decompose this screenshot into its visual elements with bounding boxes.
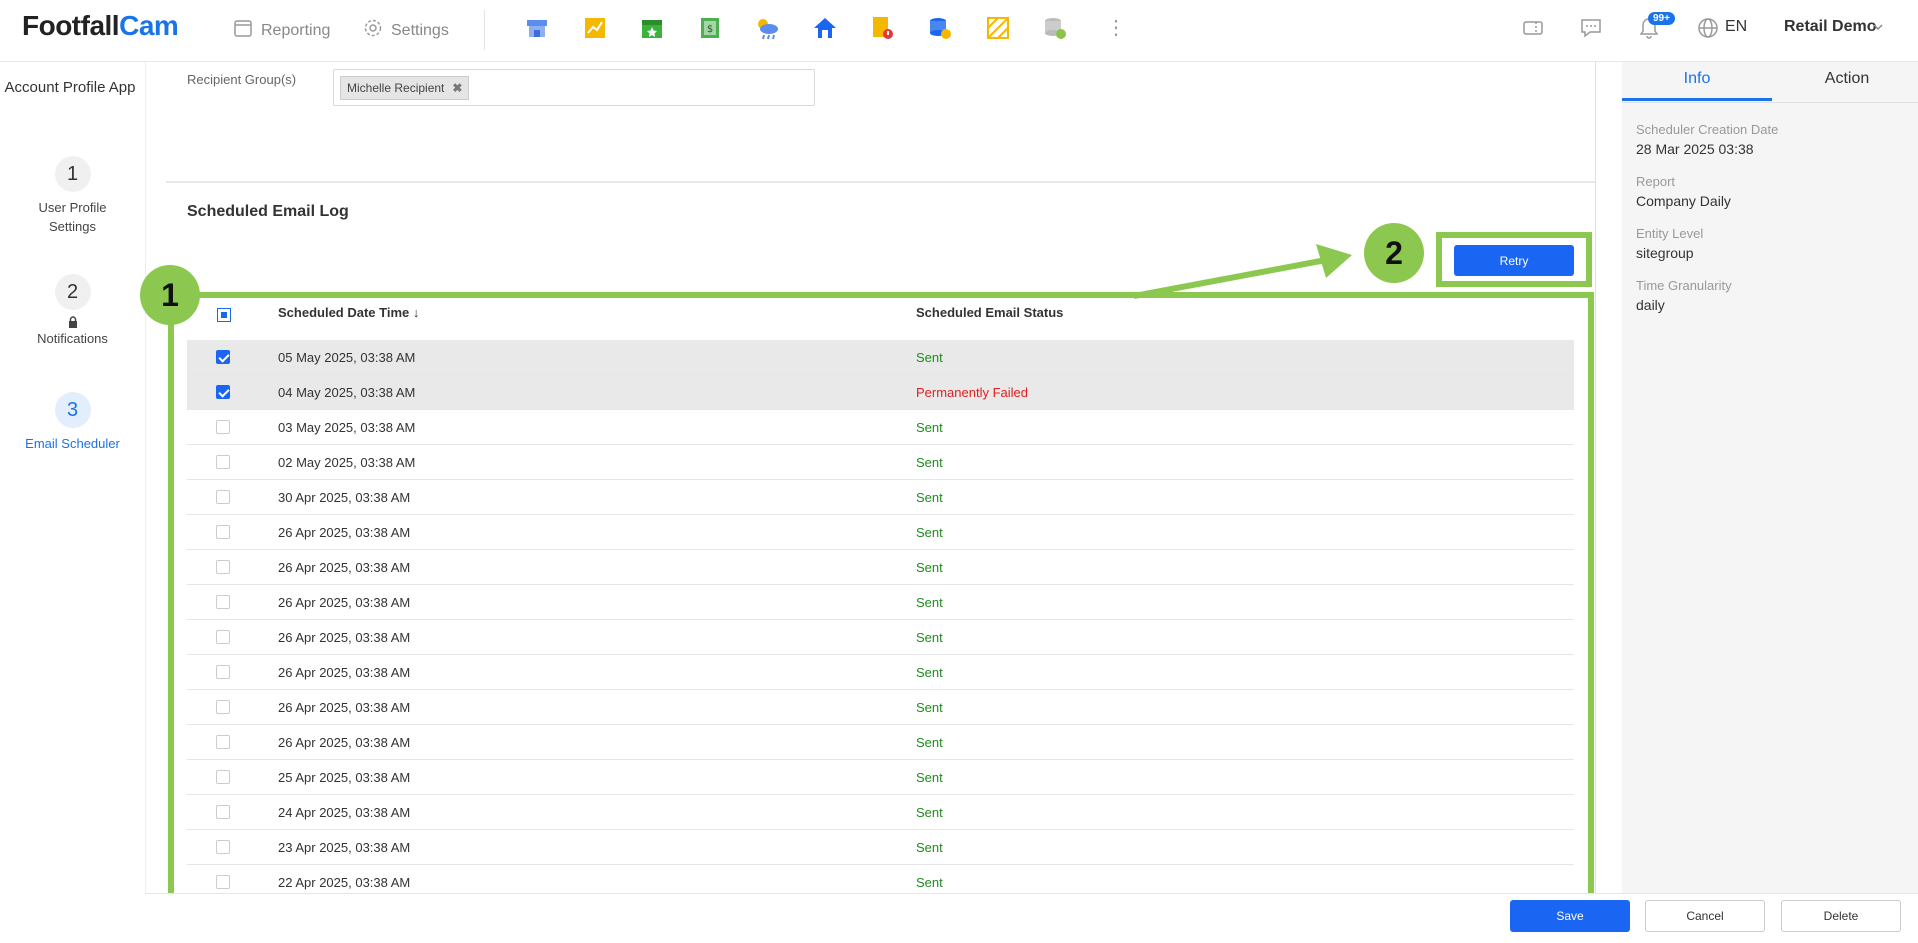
more-apps-icon[interactable]: ⋮ [1106,14,1126,42]
remove-chip-icon[interactable]: ✖ [452,77,462,99]
recipient-group-input[interactable]: Michelle Recipient ✖ [333,69,815,106]
ticket-icon[interactable] [1520,15,1546,41]
annotation-number-1: 1 [140,265,200,325]
alert-document-app-icon[interactable] [869,15,895,41]
chart-app-icon[interactable] [582,15,608,41]
weather-app-icon[interactable] [754,15,780,41]
store-app-icon[interactable] [524,15,550,41]
step-number: 1 [54,156,91,192]
tab-divider [1622,102,1918,103]
retry-highlight-frame [1436,232,1592,287]
step-notifications[interactable]: 2 Notifications [0,274,145,348]
app-title: Account Profile App [4,79,136,96]
step-label: Email Scheduler [25,436,120,451]
recipient-chip: Michelle Recipient ✖ [340,76,470,100]
home-app-icon[interactable] [812,15,838,41]
nav-reporting[interactable]: Reporting [233,18,330,43]
step-number: 3 [54,392,91,428]
info-side-panel: Info Action Scheduler Creation Date 28 M… [1622,62,1918,942]
language-selector[interactable]: EN [1725,18,1747,36]
chevron-down-icon[interactable] [1872,21,1884,33]
save-button[interactable]: Save [1510,900,1630,932]
cancel-button[interactable]: Cancel [1645,900,1765,932]
recipient-group-label: Recipient Group(s) [187,72,297,87]
event-calendar-app-icon[interactable] [639,15,665,41]
data-export-app-icon[interactable] [1042,15,1068,41]
step-user-profile-settings[interactable]: 1 User Profile Settings [0,156,145,236]
field-time-granularity: Time Granularity daily [1636,278,1732,313]
field-report: Report Company Daily [1636,174,1731,209]
content-border [1595,62,1596,894]
tab-action[interactable]: Action [1772,70,1918,98]
globe-icon[interactable] [1695,15,1721,41]
calendar-icon [233,18,253,43]
chat-icon[interactable] [1578,15,1604,41]
gear-icon [363,18,383,43]
database-app-icon[interactable] [927,15,953,41]
left-stepper-nav: Account Profile App 1 User Profile Setti… [0,62,146,942]
delete-button[interactable]: Delete [1781,900,1901,932]
field-entity-level: Entity Level sitegroup [1636,226,1704,261]
annotation-arrow [1133,244,1352,299]
field-creation-date: Scheduler Creation Date 28 Mar 2025 03:3… [1636,122,1779,157]
step-number: 2 [54,274,91,310]
step-label: Notifications [37,331,108,346]
divider [484,10,485,50]
section-divider [166,181,1595,183]
footfallcam-logo[interactable]: FootfallCam [22,10,179,42]
nav-settings[interactable]: Settings [363,18,449,43]
tab-info[interactable]: Info [1622,70,1772,101]
step-email-scheduler[interactable]: 3 Email Scheduler [0,392,145,453]
lock-icon [0,315,145,328]
notification-badge: 99+ [1648,12,1675,25]
table-highlight-frame [168,292,1594,900]
top-bar: FootfallCam Reporting Settings $ ⋮ 99+ E… [0,0,1918,62]
annotation-number-2: 2 [1364,223,1424,283]
step-label: User Profile Settings [38,200,107,234]
svg-text:$: $ [707,24,713,35]
scheduled-email-log-title: Scheduled Email Log [187,203,349,220]
finance-app-icon[interactable]: $ [697,15,723,41]
user-menu[interactable]: Retail Demo [1784,18,1876,36]
heatmap-app-icon[interactable] [985,15,1011,41]
